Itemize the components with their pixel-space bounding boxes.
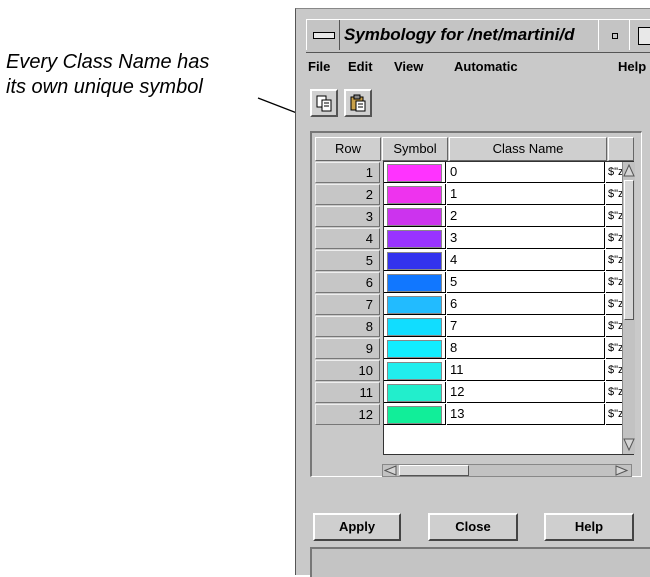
class-name-cell[interactable]: 6 bbox=[447, 294, 605, 315]
class-name-cell[interactable]: 3 bbox=[447, 228, 605, 249]
maximize-icon bbox=[638, 27, 650, 45]
symbol-swatch[interactable] bbox=[387, 186, 442, 204]
expression-cell[interactable]: $"z bbox=[606, 404, 623, 425]
menu-help[interactable]: Help bbox=[618, 59, 646, 74]
paste-icon bbox=[350, 94, 366, 112]
class-name-cell[interactable]: 7 bbox=[447, 316, 605, 337]
expression-cell[interactable]: $"z bbox=[606, 184, 623, 205]
expression-cell[interactable]: $"z bbox=[606, 206, 623, 227]
class-name-cell[interactable]: 4 bbox=[447, 250, 605, 271]
window-menu-icon bbox=[313, 32, 335, 39]
symbology-window: Symbology for /net/martini/d File Edit V… bbox=[295, 8, 650, 577]
symbol-swatch[interactable] bbox=[387, 274, 442, 292]
symbol-swatch[interactable] bbox=[387, 164, 442, 182]
column-header-expression[interactable] bbox=[608, 137, 634, 161]
class-name-cell[interactable]: 0 bbox=[447, 162, 605, 183]
row-number-cell[interactable]: 11 bbox=[315, 382, 380, 403]
symbol-cell[interactable] bbox=[384, 404, 446, 425]
symbol-cell[interactable] bbox=[384, 294, 446, 315]
row-number-cell[interactable]: 12 bbox=[315, 404, 380, 425]
symbol-cell[interactable] bbox=[384, 184, 446, 205]
menu-edit[interactable]: Edit bbox=[348, 59, 373, 74]
horizontal-scroll-thumb[interactable] bbox=[399, 465, 469, 476]
row-number-cell[interactable]: 10 bbox=[315, 360, 380, 381]
expression-cell[interactable]: $"z bbox=[606, 228, 623, 249]
window-title: Symbology for /net/martini/d bbox=[344, 25, 575, 44]
row-number-cell[interactable]: 8 bbox=[315, 316, 380, 337]
menu-bar: File Edit View Automatic Help bbox=[306, 53, 650, 79]
help-button[interactable]: Help bbox=[544, 513, 634, 541]
copy-icon bbox=[316, 95, 332, 112]
row-number-cell[interactable]: 1 bbox=[315, 162, 380, 183]
scroll-up-arrow-icon[interactable] bbox=[623, 164, 635, 178]
row-number-cell[interactable]: 9 bbox=[315, 338, 380, 359]
class-name-cell[interactable]: 2 bbox=[447, 206, 605, 227]
class-name-cell[interactable]: 8 bbox=[447, 338, 605, 359]
scroll-left-arrow-icon[interactable] bbox=[384, 465, 398, 476]
symbol-cell[interactable] bbox=[384, 250, 446, 271]
row-number-cell[interactable]: 3 bbox=[315, 206, 380, 227]
copy-button[interactable] bbox=[310, 89, 338, 117]
horizontal-scrollbar[interactable] bbox=[382, 464, 632, 477]
menu-automatic[interactable]: Automatic bbox=[454, 59, 518, 74]
minimize-icon bbox=[612, 33, 618, 39]
symbol-swatch[interactable] bbox=[387, 230, 442, 248]
expression-cell[interactable]: $"z bbox=[606, 294, 623, 315]
class-name-cell[interactable]: 12 bbox=[447, 382, 605, 403]
row-number-cell[interactable]: 2 bbox=[315, 184, 380, 205]
row-number-cell[interactable]: 6 bbox=[315, 272, 380, 293]
expression-cell[interactable]: $"z bbox=[606, 382, 623, 403]
symbol-swatch[interactable] bbox=[387, 208, 442, 226]
expression-cell[interactable]: $"z bbox=[606, 250, 623, 271]
menu-file[interactable]: File bbox=[308, 59, 330, 74]
symbol-swatch[interactable] bbox=[387, 406, 442, 424]
symbol-swatch[interactable] bbox=[387, 362, 442, 380]
symbol-cell[interactable] bbox=[384, 382, 446, 403]
class-name-cell[interactable]: 13 bbox=[447, 404, 605, 425]
expression-cell[interactable]: $"z bbox=[606, 338, 623, 359]
title-bar[interactable]: Symbology for /net/martini/d bbox=[306, 19, 650, 53]
class-name-cell[interactable]: 1 bbox=[447, 184, 605, 205]
vertical-scroll-thumb[interactable] bbox=[624, 180, 634, 320]
minimize-button[interactable] bbox=[598, 20, 630, 50]
row-number-cell[interactable]: 5 bbox=[315, 250, 380, 271]
symbol-cell[interactable] bbox=[384, 162, 446, 183]
column-header-class-name[interactable]: Class Name bbox=[449, 137, 607, 161]
symbol-cell[interactable] bbox=[384, 228, 446, 249]
row-number-cell[interactable]: 4 bbox=[315, 228, 380, 249]
status-bar bbox=[310, 547, 650, 577]
maximize-button[interactable] bbox=[629, 20, 650, 50]
column-header-row[interactable]: Row bbox=[315, 137, 381, 161]
apply-button[interactable]: Apply bbox=[313, 513, 401, 541]
menu-view[interactable]: View bbox=[394, 59, 423, 74]
column-header-symbol[interactable]: Symbol bbox=[382, 137, 448, 161]
close-button[interactable]: Close bbox=[428, 513, 518, 541]
expression-cell[interactable]: $"z bbox=[606, 272, 623, 293]
symbol-swatch[interactable] bbox=[387, 340, 442, 358]
expression-cell[interactable]: $"z bbox=[606, 162, 623, 183]
symbol-swatch[interactable] bbox=[387, 318, 442, 336]
symbol-swatch[interactable] bbox=[387, 252, 442, 270]
paste-button[interactable] bbox=[344, 89, 372, 117]
expression-cell[interactable]: $"z bbox=[606, 316, 623, 337]
class-name-cell[interactable]: 5 bbox=[447, 272, 605, 293]
class-name-cell[interactable]: 11 bbox=[447, 360, 605, 381]
symbol-cell[interactable] bbox=[384, 338, 446, 359]
window-menu-button[interactable] bbox=[306, 20, 340, 50]
symbol-cell[interactable] bbox=[384, 316, 446, 337]
symbol-cell[interactable] bbox=[384, 272, 446, 293]
symbol-cell[interactable] bbox=[384, 206, 446, 227]
expression-cell[interactable]: $"z bbox=[606, 360, 623, 381]
vertical-scrollbar[interactable] bbox=[622, 162, 635, 454]
symbol-cell[interactable] bbox=[384, 360, 446, 381]
row-number-cell[interactable]: 7 bbox=[315, 294, 380, 315]
scroll-right-arrow-icon[interactable] bbox=[615, 465, 629, 476]
scroll-down-arrow-icon[interactable] bbox=[623, 438, 635, 452]
symbol-swatch[interactable] bbox=[387, 384, 442, 402]
symbol-swatch[interactable] bbox=[387, 296, 442, 314]
